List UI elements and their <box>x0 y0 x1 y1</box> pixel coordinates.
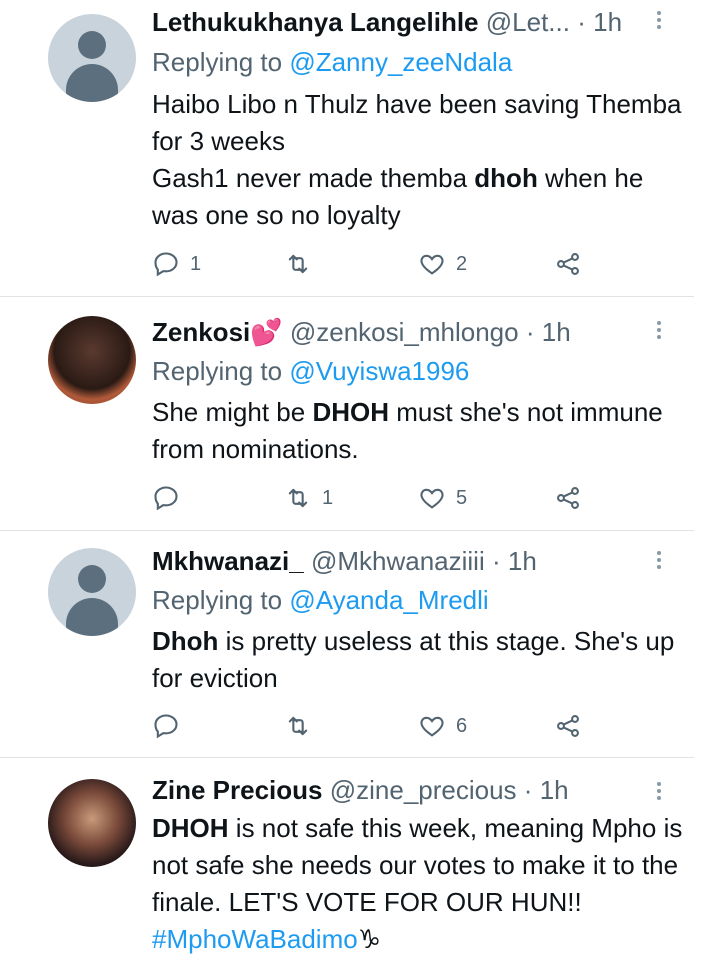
like-count: 2 <box>456 252 468 275</box>
display-name[interactable]: Lethukukhanya Langelihle <box>152 7 479 37</box>
reply-icon <box>154 486 178 511</box>
display-name[interactable]: Zenkosi <box>152 317 250 347</box>
avatar[interactable] <box>48 548 136 636</box>
replying-to-label: Replying to <box>152 356 283 386</box>
replying-to: Replying to @Ayanda_Mredli <box>152 584 489 616</box>
retweet-count: 1 <box>322 486 334 509</box>
user-handle[interactable]: @zenkosi_mhlongo <box>290 317 519 347</box>
emoji: 💕 <box>250 317 283 347</box>
separator-dot: · <box>577 7 586 37</box>
tweet-text: She might be DHOH must she's not immune … <box>152 397 663 464</box>
timestamp[interactable]: 1h <box>542 317 571 347</box>
reply-icon <box>154 714 178 739</box>
avatar[interactable] <box>48 779 136 867</box>
more-options-icon[interactable] <box>652 318 666 342</box>
retweet-button[interactable]: 1 <box>284 481 333 515</box>
tweet-actions: 6 <box>152 709 622 743</box>
heart-icon <box>420 254 444 275</box>
reply-button[interactable] <box>152 709 190 743</box>
share-icon <box>557 715 579 737</box>
reply-button[interactable]: 1 <box>152 247 201 281</box>
separator-dot: · <box>523 775 533 805</box>
heart-icon <box>420 488 444 509</box>
divider <box>0 530 694 531</box>
user-handle[interactable]: @zine_precious <box>330 775 517 805</box>
retweet-icon <box>288 254 308 274</box>
avatar[interactable] <box>48 316 136 404</box>
tweet-text: Dhoh is pretty useless at this stage. Sh… <box>152 626 675 693</box>
share-button[interactable] <box>554 481 582 515</box>
hashtag-link[interactable]: #MphoWaBadimo <box>152 924 358 954</box>
like-count: 5 <box>456 486 468 509</box>
user-handle[interactable]: @Let... <box>486 7 570 37</box>
like-button[interactable]: 6 <box>418 709 467 743</box>
retweet-button[interactable] <box>284 247 322 281</box>
replying-to: Replying to @Zanny_zeeNdala <box>152 46 512 78</box>
retweet-button[interactable] <box>284 709 322 743</box>
replying-to-label: Replying to <box>152 47 283 77</box>
replying-to-handle[interactable]: @Vuyiswa1996 <box>289 356 469 386</box>
tweet-text: DHOH is not safe this week, meaning Mpho… <box>152 813 683 954</box>
share-button[interactable] <box>554 709 582 743</box>
timestamp[interactable]: 1h <box>593 7 622 37</box>
emoji: ♑ <box>357 924 382 954</box>
reply-button[interactable] <box>152 481 190 515</box>
replying-to-label: Replying to <box>152 585 283 615</box>
like-button[interactable]: 2 <box>418 247 467 281</box>
separator-dot: · <box>525 317 535 347</box>
timestamp[interactable]: 1h <box>540 775 569 805</box>
avatar[interactable] <box>48 14 136 102</box>
text-line: Gash1 never made themba dhoh when he was… <box>152 163 644 230</box>
user-handle[interactable]: @Mkhwanaziiii <box>311 546 485 576</box>
like-button[interactable]: 5 <box>418 481 467 515</box>
share-button[interactable] <box>554 247 582 281</box>
tweet-header: Lethukukhanya Langelihle @Let... · 1h <box>152 6 622 38</box>
replying-to-handle[interactable]: @Zanny_zeeNdala <box>289 47 512 77</box>
separator-dot: · <box>491 546 501 576</box>
tweet-header: Zenkosi💕 @zenkosi_mhlongo · 1h <box>152 316 571 348</box>
retweet-icon <box>288 716 308 736</box>
more-options-icon[interactable] <box>652 8 666 32</box>
tweet-text: Haibo Libo n Thulz have been saving Them… <box>152 86 692 234</box>
reply-count: 1 <box>190 252 202 275</box>
reply-icon <box>154 252 178 277</box>
share-icon <box>557 253 579 275</box>
display-name[interactable]: Mkhwanazi_ <box>152 546 304 576</box>
share-icon <box>557 487 579 509</box>
replying-to: Replying to @Vuyiswa1996 <box>152 355 469 387</box>
tweet-actions: 1 5 <box>152 481 622 515</box>
replying-to-handle[interactable]: @Ayanda_Mredli <box>289 585 488 615</box>
tweet-actions: 1 2 <box>152 247 622 281</box>
tweet-header: Zine Precious @zine_precious · 1h <box>152 774 569 806</box>
tweet-header: Mkhwanazi_ @Mkhwanaziiii · 1h <box>152 545 537 577</box>
heart-icon <box>420 716 444 737</box>
retweet-icon <box>288 488 308 508</box>
like-count: 6 <box>456 714 468 737</box>
divider <box>0 757 694 758</box>
divider <box>0 296 694 297</box>
more-options-icon[interactable] <box>652 548 666 572</box>
timestamp[interactable]: 1h <box>508 546 537 576</box>
display-name[interactable]: Zine Precious <box>152 775 323 805</box>
more-options-icon[interactable] <box>652 779 666 803</box>
text-line: Haibo Libo n Thulz have been saving Them… <box>152 89 682 156</box>
